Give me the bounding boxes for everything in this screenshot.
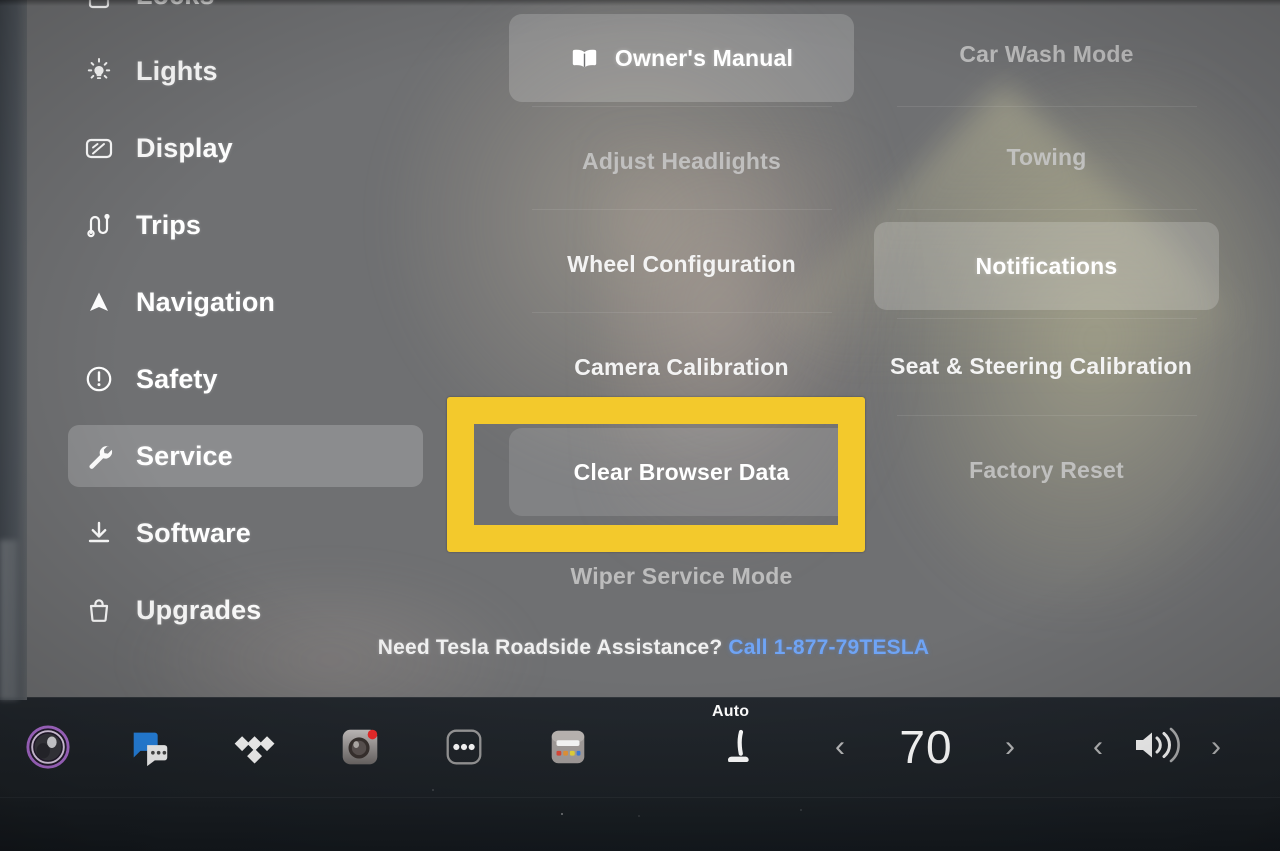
option-label: Notifications	[975, 252, 1118, 279]
navigation-arrow-icon	[76, 282, 122, 322]
sidebar-item-label: Navigation	[136, 286, 276, 317]
temperature-reading: 70	[899, 721, 953, 773]
option-label: Factory Reset	[969, 456, 1124, 483]
sidebar-item-label: Trips	[136, 209, 202, 240]
speaker-icon	[1130, 725, 1184, 770]
toolbar-more-apps-button[interactable]	[438, 697, 490, 797]
option-wheel-configuration[interactable]: Wheel Configuration	[509, 220, 854, 308]
sidebar-item-label: Safety	[136, 363, 218, 394]
volume-decrease-button[interactable]: ‹	[1080, 697, 1116, 797]
option-car-wash-mode[interactable]: Car Wash Mode	[874, 10, 1219, 98]
screen-bezel-edge	[0, 0, 27, 700]
option-camera-calibration[interactable]: Camera Calibration	[509, 323, 854, 411]
option-notifications[interactable]: Notifications	[874, 222, 1219, 310]
option-towing[interactable]: Towing	[874, 113, 1219, 201]
sidebar-item-label: Upgrades	[136, 594, 262, 625]
sidebar-item-lights[interactable]: Lights	[68, 40, 423, 102]
option-label: Wiper Service Mode	[570, 562, 793, 589]
sidebar-item-label: Service	[136, 440, 233, 471]
sidebar-item-locks[interactable]: Locks	[68, 0, 423, 26]
more-apps-icon	[441, 724, 487, 770]
option-factory-reset[interactable]: Factory Reset	[874, 426, 1219, 514]
roadside-question: Need Tesla Roadside Assistance?	[377, 636, 723, 659]
roadside-assistance-row: Need Tesla Roadside Assistance? Call 1-87…	[27, 636, 1280, 660]
option-owners-manual[interactable]: Owner's Manual	[509, 14, 854, 102]
chevron-right-icon: ›	[1005, 730, 1015, 763]
option-clear-browser-data[interactable]: Clear Browser Data	[509, 428, 854, 516]
toolbar-tidal-button[interactable]	[230, 697, 282, 797]
toolbar-messages-button[interactable]	[124, 697, 176, 797]
roadside-call-link[interactable]: Call 1-877-79TESLA	[728, 636, 929, 659]
toolbar-calculator-button[interactable]	[542, 697, 594, 797]
screen-bezel-glare	[0, 540, 18, 700]
option-label: Camera Calibration	[574, 353, 789, 380]
option-seat-steering-calibration[interactable]: Seat & Steering Calibration	[861, 322, 1221, 410]
sidebar-item-service[interactable]: Service	[68, 425, 423, 487]
sidebar-item-navigation[interactable]: Navigation	[68, 271, 423, 333]
sidebar-item-upgrades[interactable]: Upgrades	[68, 579, 423, 641]
temperature-value[interactable]: 70	[866, 697, 986, 797]
option-label: Owner's Manual	[614, 44, 794, 71]
profile-icon	[25, 724, 71, 770]
seat-icon	[719, 727, 757, 776]
toolbar-dashcam-button[interactable]	[334, 697, 386, 797]
option-label: Clear Browser Data	[573, 458, 790, 485]
option-label: Seat & Steering Calibration	[890, 352, 1192, 379]
sidebar-item-label: Software	[136, 517, 251, 548]
bottom-toolbar: Auto ‹ 70 › ‹ ›	[0, 697, 1280, 851]
toolbar-profile-button[interactable]	[22, 697, 74, 797]
wrench-icon	[76, 436, 122, 476]
lock-icon	[76, 0, 122, 15]
option-label: Adjust Headlights	[582, 147, 781, 174]
sidebar-item-safety[interactable]: Safety	[68, 348, 423, 410]
volume-button[interactable]	[1122, 697, 1192, 797]
display-icon	[76, 128, 122, 168]
settings-panel: Locks Lights	[27, 0, 1280, 697]
climate-seat-button[interactable]	[712, 709, 764, 793]
chevron-left-icon: ‹	[835, 730, 845, 763]
temperature-decrease-button[interactable]: ‹	[822, 697, 858, 797]
volume-increase-button[interactable]: ›	[1198, 697, 1234, 797]
sidebar-item-label: Display	[136, 132, 233, 163]
sidebar-item-display[interactable]: Display	[68, 117, 423, 179]
sidebar-item-software[interactable]: Software	[68, 502, 423, 564]
tesla-touchscreen: Locks Lights	[0, 0, 1280, 851]
sidebar-item-label: Lights	[136, 55, 218, 86]
option-label: Wheel Configuration	[567, 250, 796, 277]
route-icon	[76, 205, 122, 245]
option-adjust-headlights[interactable]: Adjust Headlights	[509, 117, 854, 205]
dashcam-icon	[337, 724, 383, 770]
download-icon	[76, 513, 122, 553]
sidebar-item-trips[interactable]: Trips	[68, 194, 423, 256]
exclamation-circle-icon	[76, 359, 122, 399]
lightbulb-icon	[76, 51, 122, 91]
sidebar-item-label: Locks	[136, 0, 215, 11]
chevron-right-icon: ›	[1211, 730, 1221, 763]
book-icon	[570, 46, 599, 70]
messages-icon	[127, 724, 173, 770]
temperature-increase-button[interactable]: ›	[992, 697, 1028, 797]
tidal-icon	[233, 724, 279, 770]
chevron-left-icon: ‹	[1093, 730, 1103, 763]
calculator-icon	[545, 724, 591, 770]
settings-sidebar: Locks Lights	[27, 0, 427, 697]
option-label: Car Wash Mode	[959, 40, 1134, 67]
shopping-bag-icon	[76, 590, 122, 630]
option-wiper-service-mode[interactable]: Wiper Service Mode	[509, 532, 854, 620]
option-label: Towing	[1006, 143, 1087, 170]
